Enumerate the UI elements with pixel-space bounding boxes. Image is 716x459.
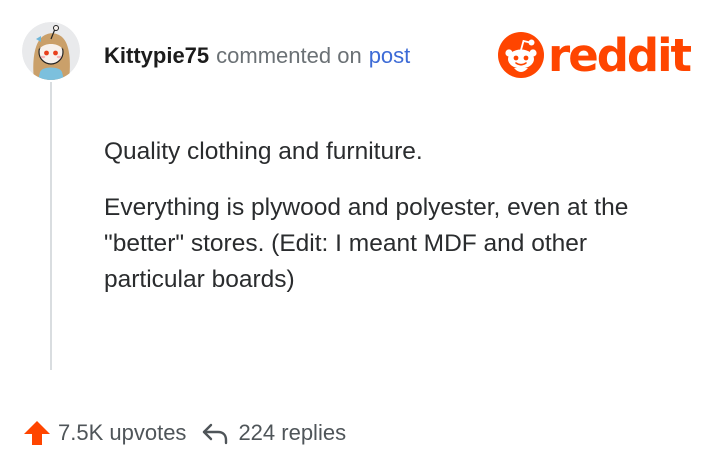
comment-paragraph: Quality clothing and furniture. — [104, 138, 423, 165]
reply-arrow-icon — [203, 423, 228, 445]
thread-line[interactable] — [50, 82, 52, 370]
comment-body: Quality clothing and furniture. Everythi… — [104, 134, 684, 318]
comment-paragraph: Everything is plywood and polyester, eve… — [104, 194, 629, 293]
upvote-arrow-icon — [24, 421, 50, 445]
reply-count: 224 replies — [238, 420, 347, 445]
reddit-snoo-icon — [498, 32, 544, 78]
user-avatar-icon — [22, 22, 80, 80]
upvote-count: 7.5K upvotes — [58, 420, 187, 445]
comment-footer: 7.5K upvotes 224 replies — [22, 416, 346, 450]
upvote-button[interactable]: 7.5K upvotes — [22, 418, 186, 448]
avatar[interactable] — [22, 22, 80, 80]
reddit-wordmark: reddit — [548, 28, 692, 82]
reddit-logo: reddit — [498, 28, 692, 82]
username-link[interactable]: Kittypie75 — [104, 43, 209, 69]
post-link[interactable]: post — [369, 43, 411, 69]
comment-header: Kittypie75 commented on post — [104, 40, 410, 72]
reply-button[interactable]: 224 replies — [200, 418, 346, 448]
action-text: commented on — [216, 43, 362, 68]
